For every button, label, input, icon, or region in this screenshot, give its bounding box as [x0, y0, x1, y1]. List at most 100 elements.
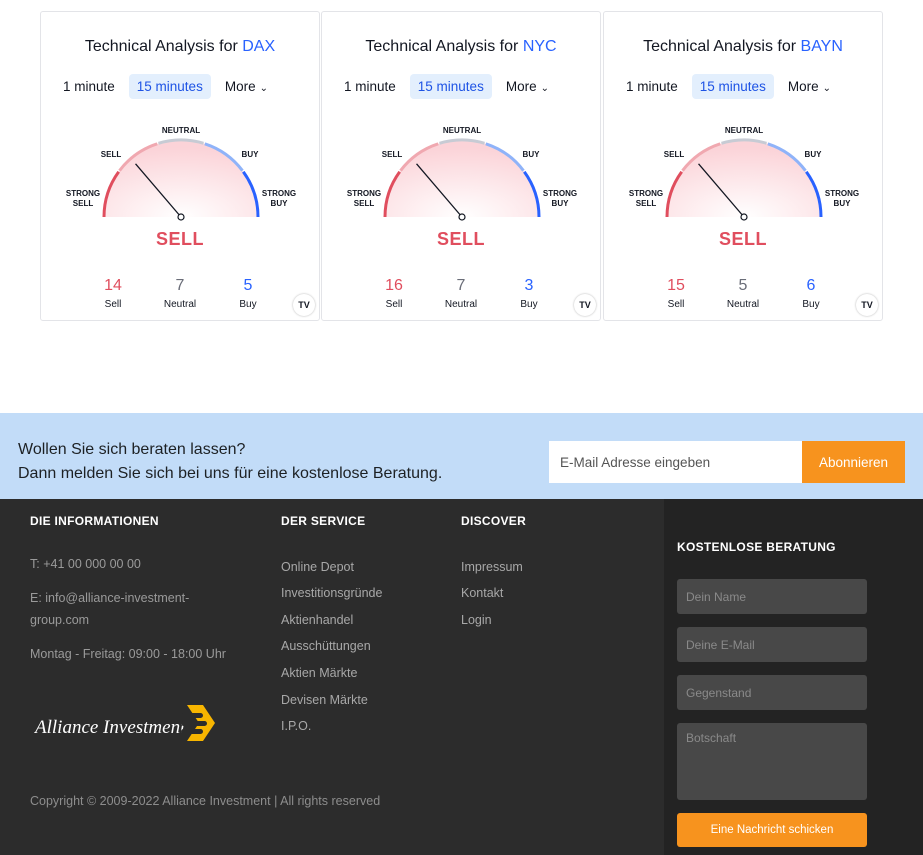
count-buy-label: Buy — [239, 299, 257, 310]
footer-link-kontakt[interactable]: Kontakt — [461, 586, 503, 600]
count-buy-value: 5 — [243, 277, 253, 294]
gauge-label-sell: SELL — [664, 150, 685, 159]
gauge: STRONG SELL SELL NEUTRAL BUY STRONG BUY — [41, 112, 321, 232]
alliance-investment-logo[interactable]: Alliance Investment — [35, 701, 225, 747]
footer-link-aktien-maerkte[interactable]: Aktien Märkte — [281, 666, 357, 680]
footer-info-heading: DIE INFORMATIONEN — [30, 514, 159, 528]
gauge-svg: STRONGSELLSELLNEUTRALBUYSTRONGBUY — [347, 126, 577, 221]
tab-more[interactable]: More ⌄ — [217, 74, 276, 99]
contact-message-textarea[interactable] — [677, 723, 867, 800]
tradingview-logo-icon[interactable]: TV — [293, 294, 315, 316]
logo-text: Alliance Investment — [35, 717, 186, 738]
subscribe-button[interactable]: Abonnieren — [802, 441, 905, 483]
gauge-label-sell: SELL — [382, 150, 403, 159]
gauge-label-strong-sell-1: STRONG — [629, 189, 663, 198]
tab-1-minute[interactable]: 1 minute — [336, 74, 404, 99]
gauge-label-neutral: NEUTRAL — [162, 126, 200, 135]
logo-arrow-icon — [181, 705, 215, 741]
footer: DIE INFORMATIONEN T: +41 00 000 00 00 E:… — [0, 499, 923, 855]
gauge-fill — [667, 140, 821, 217]
count-buy: 5 Buy — [213, 277, 283, 310]
chevron-down-icon: ⌄ — [259, 82, 268, 94]
count-neutral-value: 5 — [738, 277, 748, 294]
footer-discover-heading: DISCOVER — [461, 514, 527, 528]
tab-more-label: More — [787, 78, 819, 94]
tradingview-logo-icon[interactable]: TV — [856, 294, 878, 316]
gauge-label-buy: BUY — [805, 150, 823, 159]
count-neutral-label: Neutral — [444, 299, 478, 310]
count-sell-label: Sell — [385, 299, 403, 310]
contact-name-input[interactable] — [677, 579, 867, 614]
summary-signal: SELL — [436, 229, 485, 249]
count-neutral-value: 7 — [456, 277, 466, 294]
count-sell-label: Sell — [104, 299, 122, 310]
count-sell-value: 15 — [667, 277, 685, 294]
footer-link-ausschuettungen[interactable]: Ausschüttungen — [281, 639, 371, 653]
footer-hours: Montag - Freitag: 09:00 - 18:00 Uhr — [30, 647, 226, 661]
tab-1-minute[interactable]: 1 minute — [618, 74, 686, 99]
newsletter-line-1: Wollen Sie sich beraten lassen? — [18, 441, 246, 458]
widget-title: Technical Analysis for DAX — [41, 38, 319, 56]
gauge-label-strong-sell-1: STRONG — [347, 189, 381, 198]
tab-more[interactable]: More ⌄ — [498, 74, 557, 99]
gauge-label-strong-buy-2: BUY — [271, 199, 289, 208]
footer-email: E: info@alliance-investment-group.com — [30, 591, 190, 627]
tab-15-minutes[interactable]: 15 minutes — [128, 73, 211, 99]
count-neutral: 7 Neutral — [426, 277, 496, 310]
gauge-label-strong-buy-1: STRONG — [825, 189, 859, 198]
count-sell: 14 Sell — [78, 277, 148, 310]
footer-link-ipo[interactable]: I.P.O. — [281, 719, 311, 733]
count-neutral-label: Neutral — [163, 299, 197, 310]
footer-phone: T: +41 00 000 00 00 — [30, 557, 141, 571]
interval-tabs: 1 minute 15 minutes More ⌄ — [55, 72, 282, 100]
gauge-svg: STRONGSELLSELLNEUTRALBUYSTRONGBUY — [66, 126, 296, 221]
interval-tabs: 1 minute 15 minutes More ⌄ — [618, 72, 845, 100]
count-neutral-label: Neutral — [726, 299, 760, 310]
tab-1-minute[interactable]: 1 minute — [55, 74, 123, 99]
count-sell-value: 14 — [104, 277, 122, 294]
footer-link-online-depot[interactable]: Online Depot — [281, 560, 354, 574]
gauge: STRONG SELL SELL NEUTRAL BUY STRONG BUY — [322, 112, 602, 232]
footer-link-devisen-maerkte[interactable]: Devisen Märkte — [281, 693, 368, 707]
gauge-label-strong-buy-1: STRONG — [262, 189, 296, 198]
contact-subject-input[interactable] — [677, 675, 867, 710]
gauge-needle-pivot — [740, 213, 748, 221]
gauge-label-strong-sell-2: SELL — [636, 199, 657, 208]
count-buy-label: Buy — [802, 299, 820, 310]
footer-link-investitionsgruende[interactable]: Investitionsgründe — [281, 586, 382, 600]
count-sell-value: 16 — [385, 277, 403, 294]
count-buy: 3 Buy — [494, 277, 564, 310]
footer-link-aktienhandel[interactable]: Aktienhandel — [281, 613, 353, 627]
widget-symbol-link[interactable]: NYC — [523, 38, 557, 55]
widget-symbol-link[interactable]: DAX — [242, 38, 275, 55]
contact-form-panel: KOSTENLOSE BERATUNG Eine Nachricht schic… — [664, 499, 923, 855]
widget-symbol-link[interactable]: BAYN — [801, 38, 843, 55]
count-buy-label: Buy — [520, 299, 538, 310]
count-buy-value: 6 — [806, 277, 816, 294]
gauge-label-neutral: NEUTRAL — [725, 126, 763, 135]
send-message-button[interactable]: Eine Nachricht schicken — [677, 813, 867, 847]
contact-email-input[interactable] — [677, 627, 867, 662]
footer-link-login[interactable]: Login — [461, 613, 492, 627]
tab-more-label: More — [224, 78, 256, 94]
chevron-down-icon: ⌄ — [540, 82, 549, 94]
ta-widget-nyc: Technical Analysis for NYC 1 minute 15 m… — [321, 11, 601, 321]
tab-more[interactable]: More ⌄ — [780, 74, 839, 99]
count-sell: 15 Sell — [641, 277, 711, 310]
tradingview-logo-icon[interactable]: TV — [574, 294, 596, 316]
newsletter-line-2: Dann melden Sie sich bei uns für eine ko… — [18, 465, 443, 482]
tab-15-minutes[interactable]: 15 minutes — [409, 73, 492, 99]
newsletter-text: Wollen Sie sich beraten lassen? Dann mel… — [18, 438, 442, 486]
count-sell: 16 Sell — [359, 277, 429, 310]
ta-widget-dax: Technical Analysis for DAX 1 minute 15 m… — [40, 11, 320, 321]
count-neutral: 5 Neutral — [708, 277, 778, 310]
gauge-needle-pivot — [458, 213, 466, 221]
newsletter-email-input[interactable] — [549, 441, 802, 483]
gauge-svg: STRONGSELLSELLNEUTRALBUYSTRONGBUY — [629, 126, 859, 221]
footer-link-impressum[interactable]: Impressum — [461, 560, 523, 574]
summary-signal: SELL — [155, 229, 204, 249]
gauge-needle-pivot — [177, 213, 185, 221]
tab-more-label: More — [505, 78, 537, 94]
tab-15-minutes[interactable]: 15 minutes — [691, 73, 774, 99]
gauge: STRONG SELL SELL NEUTRAL BUY STRONG BUY — [604, 112, 884, 232]
